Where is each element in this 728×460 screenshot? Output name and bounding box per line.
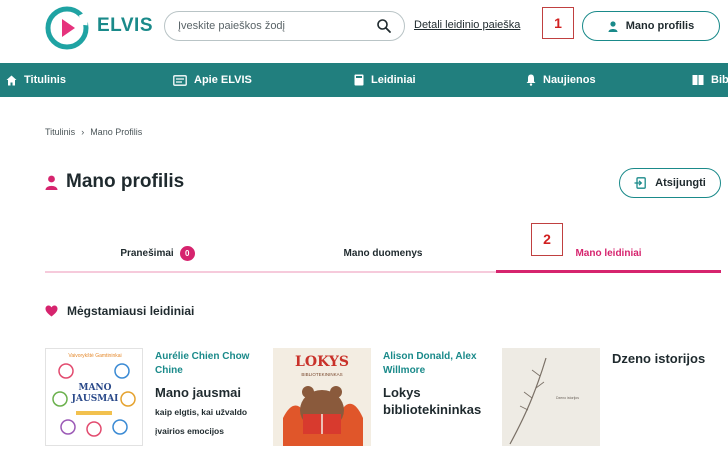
main-nav: Titulinis Apie ELVIS Leidiniai Naujienos… — [0, 63, 728, 97]
nav-label: Bibl — [711, 74, 728, 86]
tab-mano-leidiniai[interactable]: Mano leidiniai — [496, 236, 721, 270]
logout-icon — [634, 177, 646, 189]
cover-subtitle-text: BIBLIOTEKININKAS — [301, 372, 343, 377]
nav-label: Naujienos — [543, 74, 596, 86]
elvis-logo-icon[interactable] — [44, 5, 90, 51]
page-title-wrap: Mano profilis — [45, 171, 184, 193]
cover-title-text: Dzeno istorijos — [556, 396, 579, 400]
book-info: Aurélie Chien Chow Chine Mano jausmai ka… — [155, 350, 255, 441]
tab-label: Mano leidiniai — [575, 247, 642, 259]
cover-illustration-icon — [52, 363, 136, 437]
logo-text[interactable]: ELVIS — [97, 15, 153, 37]
nav-label: Titulinis — [24, 74, 66, 86]
home-icon — [6, 75, 17, 85]
notification-count-badge: 0 — [179, 245, 195, 261]
profile-tabs: Pranešimai 0 Mano duomenys Mano leidinia… — [45, 236, 721, 274]
advanced-search-link[interactable]: Detali leidinio paieška — [414, 19, 520, 31]
book-author[interactable]: Alison Donald, Alex Willmore — [383, 350, 493, 378]
nav-item-bibl[interactable]: Bibl — [692, 63, 728, 97]
user-icon — [45, 175, 58, 190]
profile-button[interactable]: Mano profilis — [582, 11, 720, 41]
bell-icon — [526, 74, 536, 86]
breadcrumb-separator: › — [81, 127, 85, 137]
book-title[interactable]: Dzeno istorijos — [612, 350, 728, 367]
favorites-heading-text: Mėgstamiausi leidiniai — [67, 304, 195, 318]
tab-label: Pranešimai — [120, 247, 174, 259]
annotation-marker-1: 1 — [542, 7, 574, 39]
book-icon — [354, 74, 364, 86]
nav-label: Apie ELVIS — [194, 74, 252, 86]
active-tab-indicator — [496, 270, 721, 273]
user-icon — [608, 20, 618, 32]
nav-item-naujienos[interactable]: Naujienos — [526, 63, 596, 97]
annotation-marker-2: 2 — [531, 223, 563, 256]
breadcrumb: Titulinis › Mano Profilis — [45, 127, 142, 137]
logout-button[interactable]: Atsijungti — [619, 168, 721, 198]
search-box[interactable] — [164, 11, 405, 41]
page-title: Mano profilis — [66, 171, 185, 192]
book-author[interactable]: Aurélie Chien Chow Chine — [155, 350, 255, 378]
search-icon[interactable] — [376, 18, 392, 34]
breadcrumb-home-link[interactable]: Titulinis — [45, 127, 75, 137]
info-card-icon — [173, 74, 187, 86]
cover-title-text: LOKYS — [295, 354, 349, 370]
nav-item-leidiniai[interactable]: Leidiniai — [354, 63, 416, 97]
book-title[interactable]: Mano jausmai — [155, 384, 255, 401]
book-cover[interactable]: Vaivorykštė Gamtininkai MANO JAUSMAI — [45, 348, 143, 446]
book-cover[interactable]: LOKYS BIBLIOTEKININKAS — [273, 348, 371, 446]
site-header: ELVIS Detali leidinio paieška 1 Mano pro… — [0, 0, 728, 62]
tab-pranesimai[interactable]: Pranešimai 0 — [45, 236, 270, 270]
tab-mano-duomenys[interactable]: Mano duomenys — [270, 236, 496, 270]
nav-item-titulinis[interactable]: Titulinis — [6, 63, 66, 97]
library-icon — [692, 75, 704, 85]
search-input[interactable] — [178, 18, 368, 34]
logout-button-label: Atsijungti — [655, 177, 706, 189]
book-info: Alison Donald, Alex Willmore Lokys bibli… — [383, 350, 493, 418]
tab-label: Mano duomenys — [343, 247, 423, 259]
profile-button-label: Mano profilis — [625, 20, 695, 32]
book-title[interactable]: Lokys bibliotekininkas — [383, 384, 493, 418]
heart-icon — [45, 305, 58, 317]
book-cover[interactable]: Dzeno istorijos — [502, 348, 600, 446]
book-info: Dzeno istorijos — [612, 350, 728, 367]
book-subtitle: kaip elgtis, kai užvaldo įvairios emocij… — [155, 407, 248, 436]
nav-item-apie-elvis[interactable]: Apie ELVIS — [173, 63, 252, 97]
favorites-heading: Mėgstamiausi leidiniai — [45, 304, 194, 318]
nav-label: Leidiniai — [371, 74, 416, 86]
breadcrumb-current: Mano Profilis — [90, 127, 143, 137]
